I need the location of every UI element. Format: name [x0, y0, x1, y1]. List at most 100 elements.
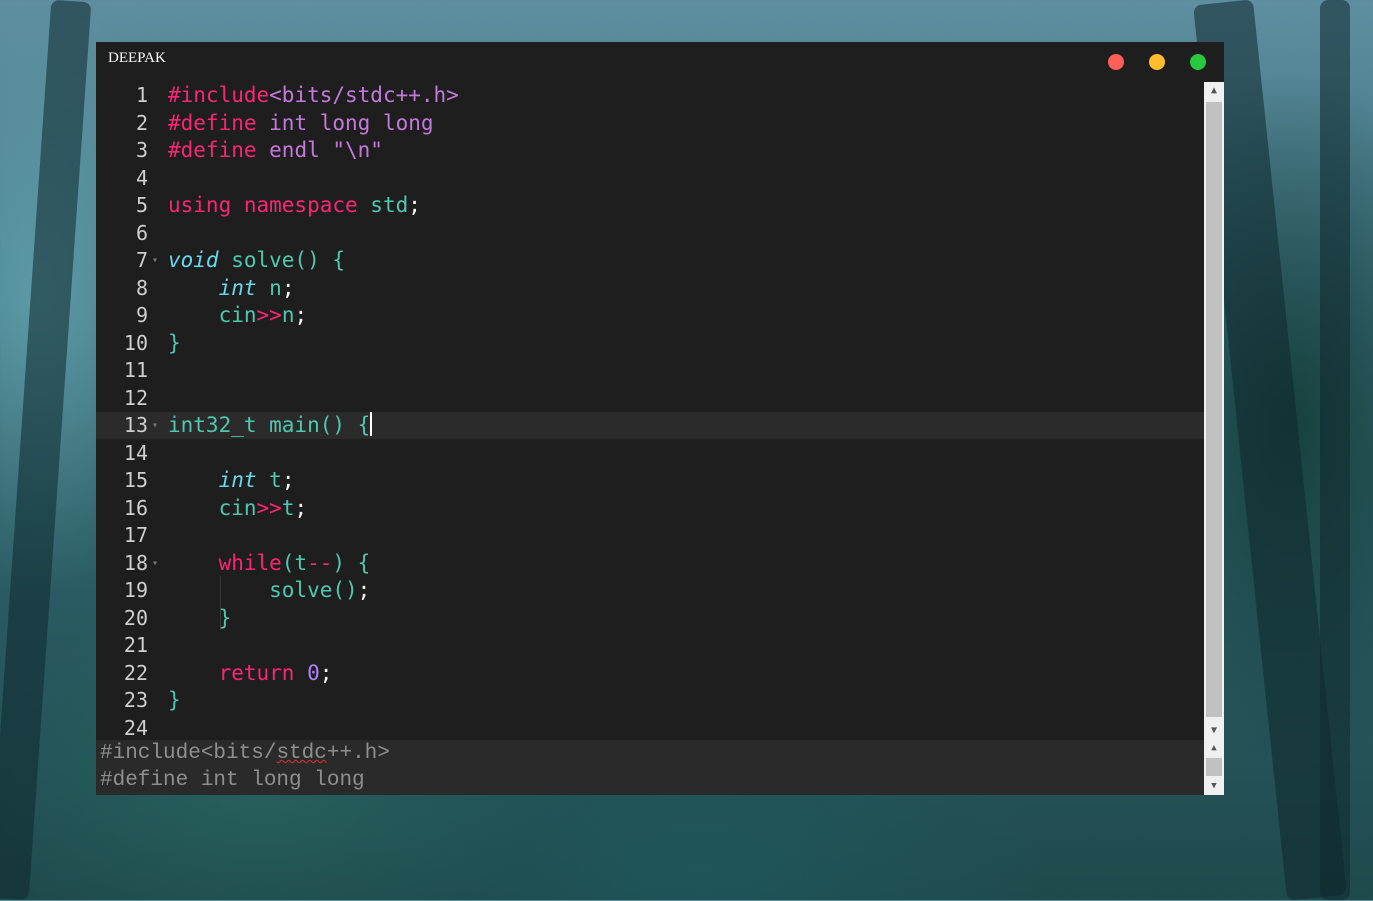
input-pane[interactable]: #include<bits/stdc++.h> #define int long… [96, 740, 1204, 795]
code-token: endl "\n" [269, 138, 383, 162]
code-text: int n; [168, 275, 295, 302]
code-token: (t [281, 550, 308, 575]
text-cursor [370, 412, 373, 436]
minimize-button[interactable] [1149, 54, 1165, 70]
line-number: 15 [123, 468, 148, 492]
code-line[interactable]: 11 [96, 357, 1204, 384]
code-line[interactable]: 22 return 0; [96, 660, 1204, 687]
code-line[interactable]: 21 [96, 632, 1204, 659]
code-token: int32_t main() { [168, 413, 371, 437]
background-tree [0, 0, 92, 901]
code-token: ) { [332, 550, 371, 575]
code-token: cin [168, 495, 257, 520]
code-token: int [218, 275, 257, 300]
code-token: 0 [307, 660, 320, 685]
fold-arrow-icon[interactable]: ▾ [152, 247, 158, 274]
editor-window: DEEPAK 1 #include<bits/stdc++.h> 2 #define … [96, 42, 1224, 795]
code-line[interactable]: 17 [96, 522, 1204, 549]
fold-arrow-icon[interactable]: ▾ [152, 412, 158, 439]
input-scrollbar[interactable]: ▲ ▼ [1204, 740, 1224, 795]
code-line[interactable]: 10} [96, 330, 1204, 357]
input-text: ++.h> [326, 742, 390, 765]
code-token: ; [294, 303, 308, 327]
code-token: void [168, 248, 219, 272]
code-token: ; [281, 275, 295, 300]
line-number: 3 [135, 138, 148, 162]
code-line[interactable]: 2 #define int long long [96, 110, 1204, 137]
code-token: ; [408, 193, 421, 217]
code-token: >> [256, 495, 282, 520]
code-line[interactable]: 14 [96, 440, 1204, 467]
close-button[interactable] [1108, 54, 1124, 70]
fold-arrow-icon[interactable]: ▾ [152, 550, 158, 577]
code-text: int32_t main() { [168, 412, 373, 439]
code-token: t [281, 495, 295, 520]
code-line[interactable]: 20 } [96, 605, 1204, 632]
title-bar[interactable]: DEEPAK [96, 42, 1224, 80]
code-line[interactable]: 7 ▾ void solve() { [96, 247, 1204, 274]
line-number: 21 [123, 633, 148, 657]
line-number: 6 [135, 220, 148, 245]
line-number: 10 [123, 330, 148, 355]
maximize-button[interactable] [1190, 54, 1206, 70]
code-token: -- [307, 550, 333, 575]
line-number: 2 [135, 110, 148, 135]
spellcheck-word: stdc [276, 742, 327, 765]
code-line[interactable]: 5 using namespace std; [96, 192, 1204, 219]
line-number: 11 [123, 358, 148, 382]
code-line[interactable]: 24 [96, 715, 1204, 741]
code-token: } [168, 330, 181, 355]
line-number: 8 [135, 275, 148, 300]
code-line[interactable]: 9 cin>>n; [96, 302, 1204, 329]
scroll-up-icon[interactable]: ▲ [1204, 740, 1224, 756]
code-token: using namespace [168, 193, 371, 217]
line-number: 14 [123, 440, 148, 465]
line-number: 17 [123, 523, 148, 547]
code-token: std [370, 193, 409, 217]
code-token: ; [294, 495, 308, 520]
code-line[interactable]: 18 ▾ while(t--) { [96, 550, 1204, 577]
code-text: } [168, 330, 181, 357]
code-line[interactable]: 23} [96, 687, 1204, 714]
code-token: <bits/stdc++.h> [269, 83, 459, 107]
code-text: } [168, 605, 232, 632]
code-line[interactable]: 12 [96, 385, 1204, 412]
code-line[interactable]: 19 solve(); [96, 577, 1204, 604]
scrollbar-thumb[interactable] [1206, 758, 1222, 776]
code-token: ; [281, 468, 295, 492]
code-token: t [256, 468, 282, 492]
code-token: while [218, 550, 282, 575]
code-line[interactable]: 15 int t; [96, 467, 1204, 494]
scrollbar-thumb[interactable] [1206, 102, 1222, 717]
code-token: int [218, 468, 257, 492]
code-line[interactable]: 4 [96, 165, 1204, 192]
code-token: int long long [269, 110, 434, 135]
code-text: cin>>n; [168, 302, 308, 329]
background-tree [1320, 0, 1350, 900]
vertical-scrollbar[interactable]: ▲ ▼ [1204, 82, 1224, 740]
code-line[interactable]: 3 #define endl "\n" [96, 137, 1204, 164]
line-number: 22 [123, 660, 148, 685]
input-line: #define int long long [100, 769, 365, 792]
line-number: 19 [123, 578, 148, 602]
code-line[interactable]: 6 [96, 220, 1204, 247]
code-token: n [256, 275, 282, 300]
code-text: } [168, 687, 181, 714]
scroll-up-icon[interactable]: ▲ [1204, 82, 1224, 100]
line-number: 7 [135, 248, 148, 272]
code-token: #define [168, 138, 270, 162]
code-token: >> [256, 303, 282, 327]
code-text: solve(); [168, 577, 370, 604]
code-line[interactable]: 1 #include<bits/stdc++.h> [96, 82, 1204, 109]
code-line[interactable]: 8 int n; [96, 275, 1204, 302]
line-number: 9 [135, 303, 148, 327]
code-editor[interactable]: 1 #include<bits/stdc++.h> 2 #define int lon… [96, 82, 1204, 740]
code-token: #include [168, 83, 270, 107]
scroll-down-icon[interactable]: ▼ [1204, 778, 1224, 794]
scroll-down-icon[interactable]: ▼ [1204, 722, 1224, 740]
code-text: #define endl "\n" [168, 137, 383, 164]
code-line[interactable]: 16 cin>>t; [96, 495, 1204, 522]
code-line[interactable]: 13 ▾ int32_t main() { [96, 412, 1204, 439]
